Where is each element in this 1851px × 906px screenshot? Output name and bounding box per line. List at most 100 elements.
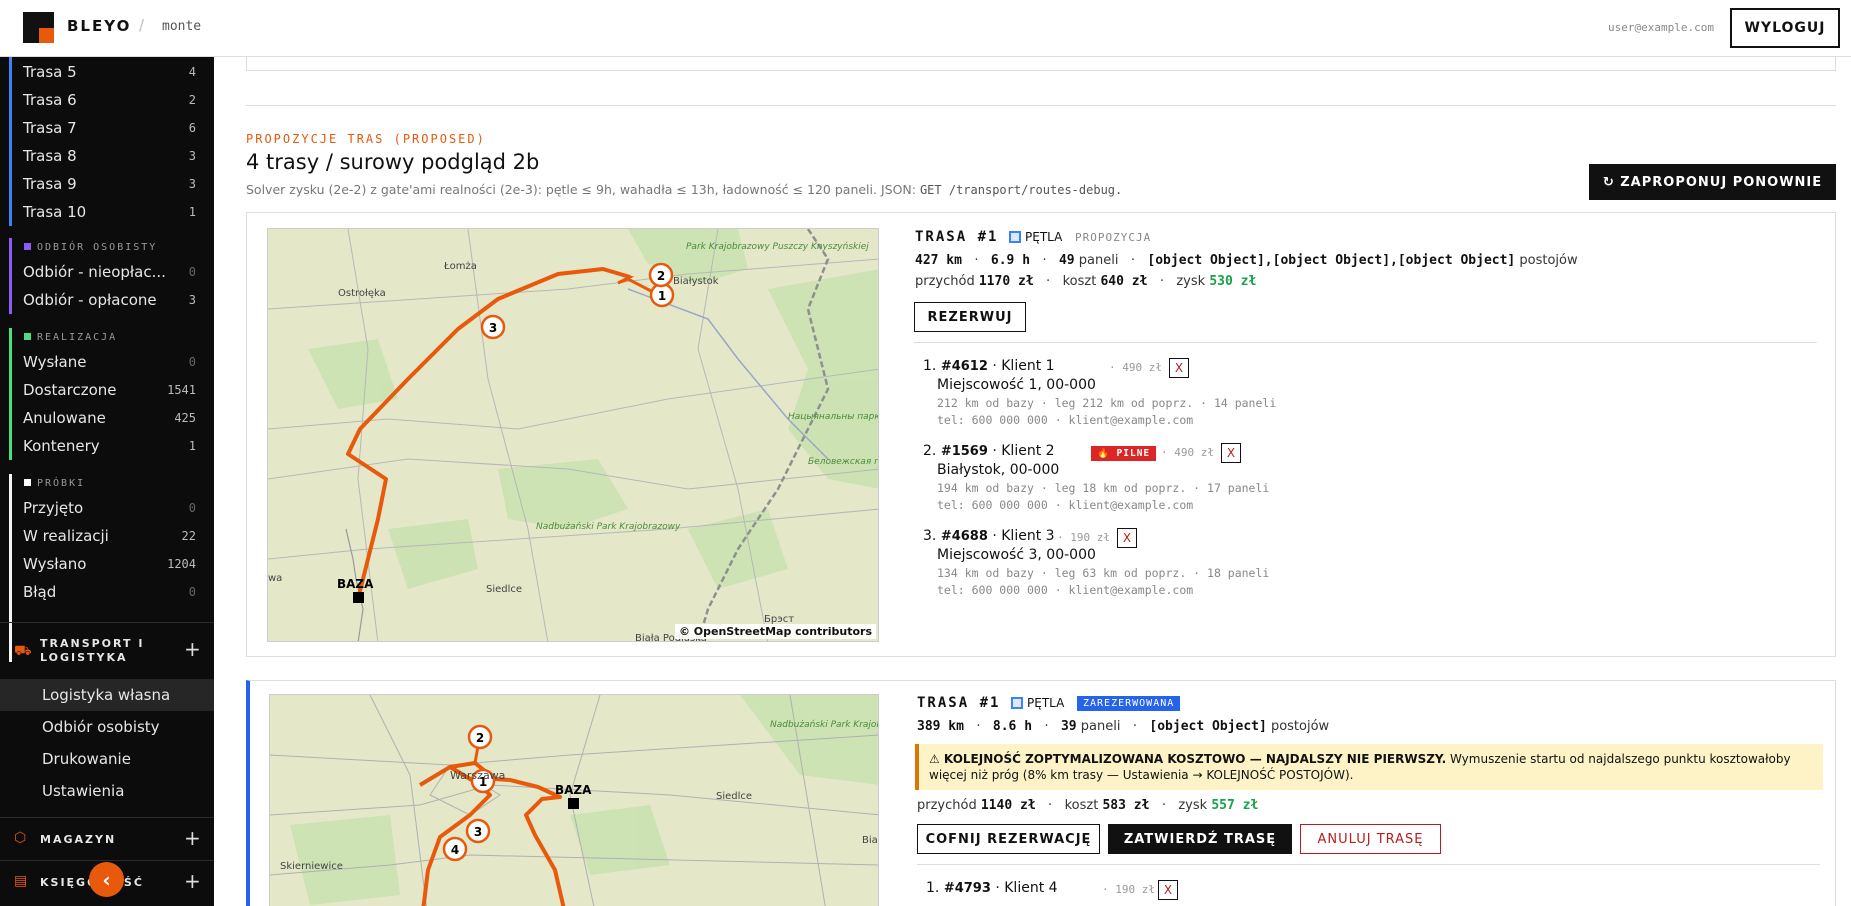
sidebar-item-route-5[interactable]: Trasa 54 bbox=[0, 59, 214, 87]
truck-icon: ⛟ bbox=[14, 643, 32, 659]
list-item: 2. #1569 · Klient 2 🔥 PILNE · 490 zł X B… bbox=[923, 443, 1270, 512]
sidebar-item-pickup-paid[interactable]: Odbiór - opłacone 3 bbox=[0, 287, 214, 315]
svg-text:Ostrołęka: Ostrołęka bbox=[338, 288, 386, 299]
route-title: TRASA #1 bbox=[917, 695, 1001, 711]
sidebar-item-route-8[interactable]: Trasa 83 bbox=[0, 143, 214, 171]
confirm-route-button[interactable]: ZATWIERDŹ TRASĘ bbox=[1108, 824, 1292, 854]
svg-text:Bia: Bia bbox=[862, 835, 878, 846]
order-id[interactable]: #1569 bbox=[941, 444, 988, 459]
svg-text:Нацыянальны парк «Белавежская: Нацыянальны парк «Белавежская пушча» bbox=[788, 412, 879, 422]
base-marker bbox=[568, 798, 579, 809]
breadcrumb-separator: / bbox=[139, 16, 145, 34]
base-label: BAZA bbox=[555, 783, 592, 797]
undo-reservation-button[interactable]: COFNIJ REZERWACJĘ bbox=[917, 824, 1100, 854]
section-divider bbox=[246, 105, 1836, 106]
sidebar-item-shipped[interactable]: Wysłano 1204 bbox=[0, 551, 214, 579]
route-finance: przychód 1170 zł · koszt 640 zł · zysk 5… bbox=[915, 274, 1257, 289]
plus-icon[interactable]: + bbox=[184, 869, 201, 893]
status-badge: ZAREZERWOWANA bbox=[1077, 696, 1181, 711]
route-card-reserved: 2 1 3 4 BAZA Warszawa Siedlce Skierniewi… bbox=[246, 680, 1836, 906]
sidebar-item-route-6[interactable]: Trasa 62 bbox=[0, 87, 214, 115]
group-title-realization: REALIZACJA bbox=[24, 332, 117, 343]
svg-text:wa: wa bbox=[268, 573, 282, 584]
svg-text:Łomża: Łomża bbox=[443, 261, 477, 272]
group-title-pickup: ODBIÓR OSOBISTY bbox=[24, 242, 157, 253]
map-marker-4: 4 bbox=[451, 843, 459, 857]
route-kind: PĘTLA bbox=[1009, 230, 1062, 244]
sidebar: Trasa 54 Trasa 62 Trasa 76 Trasa 83 Tras… bbox=[0, 57, 214, 906]
section-eyebrow: PROPOZYCJE TRAS (PROPOSED) bbox=[246, 132, 486, 146]
box-icon: ⬡ bbox=[14, 830, 27, 846]
map-marker-1: 1 bbox=[658, 289, 666, 303]
list-item: 1. #4793 · Klient 4 · 190 zł X bbox=[926, 880, 1806, 906]
map-marker-2: 2 bbox=[657, 269, 665, 283]
sidebar-item-route-7[interactable]: Trasa 76 bbox=[0, 115, 214, 143]
map-attribution: © OpenStreetMap contributors bbox=[674, 624, 876, 639]
map-marker-3: 3 bbox=[474, 825, 482, 839]
order-id[interactable]: #4612 bbox=[941, 359, 988, 374]
brand-logo-icon[interactable] bbox=[23, 12, 54, 43]
remove-stop-button[interactable]: X bbox=[1117, 528, 1137, 548]
remove-stop-button[interactable]: X bbox=[1169, 358, 1189, 378]
route-stats: 389 km · 8.6 h · 39 paneli · [object Obj… bbox=[917, 719, 1330, 734]
route-finance: przychód 1140 zł · koszt 583 zł · zysk 5… bbox=[917, 798, 1259, 813]
route-divider bbox=[917, 864, 1820, 865]
list-item: 1. #4612 · Klient 1 · 490 zł X Miejscowo… bbox=[923, 358, 1277, 427]
subnav-own-logistics[interactable]: Logistyka własna bbox=[0, 679, 214, 711]
svg-text:Siedlce: Siedlce bbox=[486, 584, 522, 595]
subnav-settings[interactable]: Ustawienia bbox=[0, 775, 214, 807]
sidebar-item-route-9[interactable]: Trasa 93 bbox=[0, 171, 214, 199]
group-title-samples: PRÓBKI bbox=[24, 478, 85, 489]
base-label: BAZA bbox=[337, 577, 374, 591]
loop-icon bbox=[1011, 697, 1023, 709]
subnav-personal-pickup[interactable]: Odbiór osobisty bbox=[0, 711, 214, 743]
route-map[interactable]: 1 2 3 BAZA Łomża Ostrołęka Białystok Sie… bbox=[267, 228, 879, 642]
remove-stop-button[interactable]: X bbox=[1221, 443, 1241, 463]
route-kind: PĘTLA bbox=[1011, 696, 1064, 710]
svg-text:Białystok: Białystok bbox=[673, 276, 719, 287]
sidebar-item-sent[interactable]: Wysłane 0 bbox=[0, 349, 214, 377]
plus-icon[interactable]: + bbox=[184, 826, 201, 850]
collapse-sidebar-button[interactable]: ‹ bbox=[89, 862, 124, 897]
route-map[interactable]: 2 1 3 4 BAZA Warszawa Siedlce Skierniewi… bbox=[269, 694, 879, 906]
logout-button[interactable]: WYLOGUJ bbox=[1730, 8, 1840, 48]
sidebar-item-error[interactable]: Błąd 0 bbox=[0, 579, 214, 607]
sidebar-item-delivered[interactable]: Dostarczone 1541 bbox=[0, 377, 214, 405]
cancel-route-button[interactable]: ANULUJ TRASĘ bbox=[1300, 824, 1441, 854]
svg-text:Nadbużański Park Krajobrazowy: Nadbużański Park Krajobrazowy bbox=[770, 720, 879, 730]
map-marker-3: 3 bbox=[489, 321, 497, 335]
svg-text:Беловежская пушча: Беловежская пушча bbox=[808, 457, 879, 467]
sidebar-item-containers[interactable]: Kontenery 1 bbox=[0, 433, 214, 461]
sidebar-item-route-10[interactable]: Trasa 10 1 bbox=[0, 199, 214, 227]
top-bar: BLEYO / monte user@example.com WYLOGUJ bbox=[0, 0, 1851, 57]
tenant-name: monte bbox=[162, 19, 202, 34]
route-stats: 427 km · 6.9 h · 49 paneli · [object Obj… bbox=[915, 253, 1578, 268]
page-title: 4 trasy / surowy podgląd 2b bbox=[246, 150, 540, 174]
square-icon bbox=[24, 243, 31, 250]
subnav-printing[interactable]: Drukowanie bbox=[0, 743, 214, 775]
map-canvas: 2 1 3 4 BAZA Warszawa Siedlce Skierniewi… bbox=[270, 695, 879, 906]
previous-card-bottom bbox=[246, 57, 1836, 71]
section-transport[interactable]: ⛟ TRANSPORT I LOGISTYKA + bbox=[0, 623, 214, 679]
sidebar-item-pickup-unpaid[interactable]: Odbiór - nieopłac... 0 bbox=[0, 259, 214, 287]
repropose-button[interactable]: ↻ ZAPROPONUJ PONOWNIE bbox=[1589, 164, 1836, 200]
svg-text:Siedlce: Siedlce bbox=[716, 791, 752, 802]
remove-stop-button[interactable]: X bbox=[1158, 880, 1178, 900]
map-canvas: 1 2 3 BAZA Łomża Ostrołęka Białystok Sie… bbox=[268, 229, 879, 641]
status-badge: PROPOZYCJA bbox=[1075, 231, 1152, 244]
list-item: 3. #4688 · Klient 3 · 190 zł X Miejscowo… bbox=[923, 528, 1270, 597]
plus-icon[interactable]: + bbox=[184, 637, 201, 661]
sidebar-item-in-progress[interactable]: W realizacji 22 bbox=[0, 523, 214, 551]
loop-icon bbox=[1009, 231, 1021, 243]
sidebar-item-cancelled[interactable]: Anulowane 425 bbox=[0, 405, 214, 433]
route-card: 1 2 3 BAZA Łomża Ostrołęka Białystok Sie… bbox=[246, 212, 1836, 657]
section-warehouse[interactable]: ⬡ MAGAZYN + bbox=[0, 818, 214, 860]
svg-text:Warszawa: Warszawa bbox=[450, 769, 505, 782]
sidebar-item-accepted[interactable]: Przyjęto 0 bbox=[0, 495, 214, 523]
order-id[interactable]: #4688 bbox=[941, 529, 988, 544]
page-subtitle: Solver zysku (2e-2) z gate'ami realności… bbox=[246, 182, 1123, 197]
square-icon bbox=[24, 333, 31, 340]
reserve-button[interactable]: REZERWUJ bbox=[914, 302, 1026, 332]
urgent-badge: 🔥 PILNE bbox=[1091, 446, 1157, 461]
order-id[interactable]: #4793 bbox=[944, 881, 991, 896]
